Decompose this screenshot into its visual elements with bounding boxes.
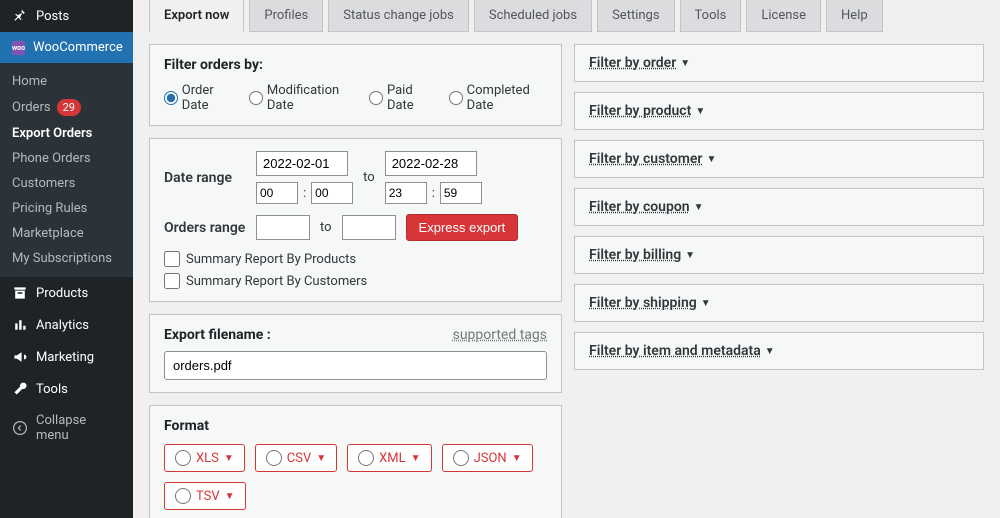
tab-help[interactable]: Help	[826, 0, 883, 32]
filename-input[interactable]	[164, 351, 547, 380]
tabs-bar: Export now Profiles Status change jobs S…	[149, 0, 984, 32]
format-xls-button[interactable]: XLS▼	[164, 444, 245, 472]
filename-label: Export filename :	[164, 327, 271, 343]
date-range-label: Date range	[164, 170, 246, 186]
format-panel: Format XLS▼ CSV▼ XML▼ JSON▼ TSV▼ PDF▼ HT…	[149, 405, 562, 518]
caret-down-icon: ▼	[680, 58, 690, 69]
orders-from-input[interactable]	[256, 215, 310, 240]
caret-down-icon: ▼	[512, 453, 522, 464]
sidebar-sub-marketplace[interactable]: Marketplace	[0, 221, 133, 246]
hour-to-input[interactable]	[385, 182, 427, 204]
tab-export-now[interactable]: Export now	[149, 0, 244, 32]
format-csv-button[interactable]: CSV▼	[255, 444, 337, 472]
sidebar-sub-orders[interactable]: Orders 29	[0, 94, 133, 121]
sidebar-label: Collapse menu	[36, 413, 121, 443]
filter-by-shipping[interactable]: Filter by shipping▼	[574, 284, 984, 322]
sidebar-item-posts[interactable]: Posts	[0, 0, 133, 32]
sidebar-item-products[interactable]: Products	[0, 277, 133, 309]
date-to-input[interactable]	[385, 151, 477, 176]
megaphone-icon	[12, 349, 28, 365]
sidebar-label: Marketing	[36, 350, 94, 365]
wrench-icon	[12, 381, 28, 397]
radio-completed-date[interactable]: Completed Date	[449, 83, 547, 113]
caret-down-icon: ▼	[224, 453, 234, 464]
caret-down-icon: ▼	[685, 250, 695, 261]
filter-orders-panel: Filter orders by: Order Date Modificatio…	[149, 44, 562, 126]
archive-icon	[12, 285, 28, 301]
format-json-button[interactable]: JSON▼	[442, 444, 533, 472]
date-from-input[interactable]	[256, 151, 348, 176]
sidebar-label: WooCommerce	[33, 40, 123, 55]
pin-icon	[12, 8, 28, 24]
sidebar-label: Tools	[36, 382, 68, 397]
sidebar-item-woocommerce[interactable]: woo WooCommerce	[0, 32, 133, 63]
filter-orders-title: Filter orders by:	[164, 57, 547, 73]
woo-icon: woo	[12, 41, 25, 55]
sidebar-item-collapse[interactable]: Collapse menu	[0, 405, 133, 451]
sidebar-label: Posts	[36, 9, 69, 24]
radio-modification-date[interactable]: Modification Date	[249, 83, 355, 113]
format-tsv-button[interactable]: TSV▼	[164, 482, 246, 510]
filter-by-order[interactable]: Filter by order▼	[574, 44, 984, 82]
sidebar-sub-my-subscriptions[interactable]: My Subscriptions	[0, 246, 133, 271]
caret-down-icon: ▼	[225, 491, 235, 502]
caret-down-icon: ▼	[411, 453, 421, 464]
filter-by-product[interactable]: Filter by product▼	[574, 92, 984, 130]
filter-by-customer[interactable]: Filter by customer▼	[574, 140, 984, 178]
orders-count-badge: 29	[57, 99, 81, 116]
summary-customers-checkbox[interactable]	[164, 273, 180, 289]
format-title: Format	[164, 418, 547, 434]
caret-down-icon: ▼	[706, 154, 716, 165]
radio-paid-date[interactable]: Paid Date	[369, 83, 435, 113]
supported-tags-link[interactable]: supported tags	[453, 327, 547, 343]
minute-to-input[interactable]	[440, 182, 482, 204]
tab-license[interactable]: License	[746, 0, 821, 32]
main-content: Export now Profiles Status change jobs S…	[133, 0, 1000, 518]
orders-range-label: Orders range	[164, 220, 246, 236]
sidebar-sub-phone-orders[interactable]: Phone Orders	[0, 146, 133, 171]
admin-sidebar: Posts woo WooCommerce Home Orders 29 Exp…	[0, 0, 133, 518]
tab-profiles[interactable]: Profiles	[249, 0, 323, 32]
tab-tools[interactable]: Tools	[680, 0, 742, 32]
orders-to-input[interactable]	[342, 215, 396, 240]
sidebar-sub-pricing-rules[interactable]: Pricing Rules	[0, 196, 133, 221]
collapse-icon	[12, 420, 28, 436]
tab-status-change[interactable]: Status change jobs	[328, 0, 469, 32]
sidebar-label: Products	[36, 286, 88, 301]
radio-order-date[interactable]: Order Date	[164, 83, 235, 113]
tab-scheduled[interactable]: Scheduled jobs	[474, 0, 592, 32]
sidebar-sub-customers[interactable]: Customers	[0, 171, 133, 196]
tab-settings[interactable]: Settings	[597, 0, 674, 32]
filter-by-billing[interactable]: Filter by billing▼	[574, 236, 984, 274]
caret-down-icon: ▼	[316, 453, 326, 464]
caret-down-icon: ▼	[695, 106, 705, 117]
sidebar-item-analytics[interactable]: Analytics	[0, 309, 133, 341]
caret-down-icon: ▼	[694, 202, 704, 213]
hour-from-input[interactable]	[256, 182, 298, 204]
sidebar-label: Analytics	[36, 318, 89, 333]
summary-products-checkbox[interactable]	[164, 251, 180, 267]
caret-down-icon: ▼	[701, 298, 711, 309]
date-orders-panel: Date range : to :	[149, 138, 562, 302]
chart-icon	[12, 317, 28, 333]
sidebar-sub-export-orders[interactable]: Export Orders	[0, 121, 133, 146]
filter-by-item[interactable]: Filter by item and metadata▼	[574, 332, 984, 370]
sidebar-sub-home[interactable]: Home	[0, 69, 133, 94]
express-export-button[interactable]: Express export	[406, 214, 519, 241]
sidebar-item-marketing[interactable]: Marketing	[0, 341, 133, 373]
filter-by-coupon[interactable]: Filter by coupon▼	[574, 188, 984, 226]
to-label: to	[363, 170, 375, 185]
format-xml-button[interactable]: XML▼	[347, 444, 431, 472]
caret-down-icon: ▼	[765, 346, 775, 357]
filename-panel: Export filename : supported tags	[149, 314, 562, 393]
sidebar-submenu: Home Orders 29 Export Orders Phone Order…	[0, 63, 133, 277]
minute-from-input[interactable]	[311, 182, 353, 204]
sidebar-item-tools[interactable]: Tools	[0, 373, 133, 405]
